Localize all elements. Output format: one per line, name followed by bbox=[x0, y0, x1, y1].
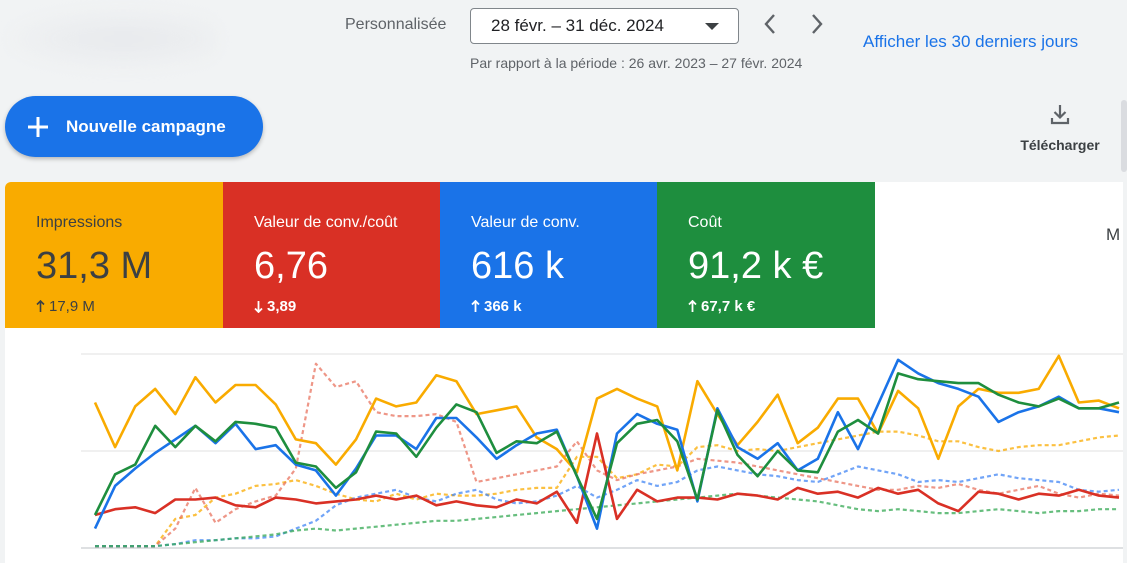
metric-value: 91,2 k € bbox=[688, 245, 824, 287]
date-range-label: Personnalisée bbox=[345, 16, 447, 33]
metric-value: 616 k bbox=[471, 245, 564, 287]
metric-tile-conv-value-cost[interactable]: Valeur de conv./coût 6,76 3,89 bbox=[223, 182, 441, 328]
arrow-down-icon bbox=[254, 301, 263, 313]
metric-tile-impressions[interactable]: Impressions 31,3 M 17,9 M bbox=[5, 182, 223, 328]
chart-series-line-0 bbox=[93, 354, 1120, 474]
metric-value: 6,76 bbox=[254, 245, 328, 287]
new-campaign-button[interactable]: Nouvelle campagne bbox=[5, 96, 263, 157]
arrow-up-icon bbox=[36, 300, 45, 312]
scrollbar[interactable] bbox=[1121, 100, 1127, 172]
metric-delta: 17,9 M bbox=[36, 298, 223, 315]
dropdown-caret-icon bbox=[705, 23, 719, 30]
performance-card: Impressions 31,3 M 17,9 M Valeur de conv… bbox=[5, 182, 1123, 563]
truncated-metric-label: M bbox=[1106, 225, 1121, 244]
metric-value: 31,3 M bbox=[36, 245, 153, 287]
metric-label: Coût bbox=[688, 214, 722, 231]
performance-line-chart bbox=[81, 353, 1123, 549]
metric-delta-value: 366 k bbox=[484, 298, 522, 315]
metric-label: Valeur de conv. bbox=[471, 214, 580, 231]
arrow-up-icon bbox=[688, 300, 697, 312]
arrow-up-icon bbox=[471, 300, 480, 312]
metric-delta-value: 3,89 bbox=[267, 298, 297, 315]
comparison-period-text: Par rapport à la période : 26 avr. 2023 … bbox=[470, 55, 803, 71]
chevron-right-icon bbox=[812, 14, 823, 34]
chart-series-line-2 bbox=[93, 372, 1120, 521]
download-button[interactable]: Télécharger bbox=[1010, 102, 1110, 153]
download-label: Télécharger bbox=[1020, 137, 1100, 153]
metric-delta-value: 67,7 k € bbox=[701, 298, 756, 315]
date-range-dropdown[interactable]: 28 févr. – 31 déc. 2024 bbox=[470, 8, 739, 44]
blurred-account-logo bbox=[8, 8, 218, 70]
metric-tile-cost[interactable]: Coût 91,2 k € 67,7 k € bbox=[657, 182, 875, 328]
next-period-button[interactable] bbox=[803, 10, 831, 38]
metric-delta: 67,7 k € bbox=[688, 298, 875, 315]
chart-series-line-4 bbox=[95, 430, 1120, 548]
plus-icon bbox=[28, 116, 48, 137]
date-range-value: 28 févr. – 31 déc. 2024 bbox=[491, 16, 664, 35]
chevron-left-icon bbox=[764, 14, 775, 34]
last-30-days-link[interactable]: Afficher les 30 derniers jours bbox=[863, 32, 1078, 52]
metric-tile-conv-value[interactable]: Valeur de conv. 616 k 366 k bbox=[440, 182, 658, 328]
new-campaign-label: Nouvelle campagne bbox=[66, 116, 226, 136]
metric-delta: 3,89 bbox=[254, 298, 441, 315]
metric-label: Valeur de conv./coût bbox=[254, 214, 398, 231]
download-icon bbox=[1050, 105, 1070, 125]
metric-delta-value: 17,9 M bbox=[49, 298, 95, 315]
previous-period-button[interactable] bbox=[756, 10, 784, 38]
metric-delta: 366 k bbox=[471, 298, 658, 315]
metric-label: Impressions bbox=[36, 214, 123, 231]
